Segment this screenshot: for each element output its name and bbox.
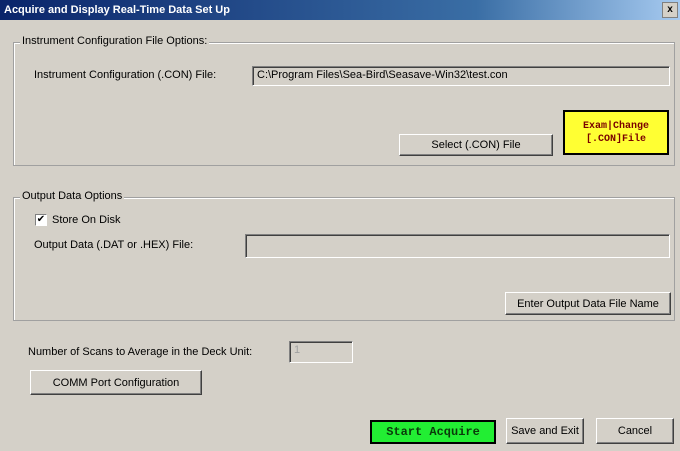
enter-output-file-name-button[interactable]: Enter Output Data File Name (505, 292, 671, 315)
examine-change-con-button[interactable]: Exam|Change [.CON]File (563, 110, 669, 155)
check-mark-icon: ✔ (36, 214, 46, 225)
save-and-exit-button[interactable]: Save and Exit (506, 418, 584, 444)
store-on-disk-label: Store On Disk (52, 214, 121, 226)
output-data-legend: Output Data Options (20, 190, 125, 202)
con-file-label: Instrument Configuration (.CON) File: (34, 69, 217, 81)
store-on-disk-checkbox[interactable]: ✔ (35, 214, 47, 226)
instrument-config-legend: Instrument Configuration File Options: (20, 35, 210, 47)
output-file-field[interactable] (245, 234, 670, 258)
scans-to-average-label: Number of Scans to Average in the Deck U… (28, 346, 253, 358)
comm-port-config-button[interactable]: COMM Port Configuration (30, 370, 202, 395)
examine-change-line1: Exam|Change (582, 120, 649, 132)
output-file-label: Output Data (.DAT or .HEX) File: (34, 239, 194, 251)
start-acquire-button[interactable]: Start Acquire (370, 420, 496, 444)
close-icon[interactable]: x (662, 2, 678, 18)
examine-change-line2: [.CON]File (585, 133, 646, 145)
con-file-field[interactable]: C:\Program Files\Sea-Bird\Seasave-Win32\… (252, 66, 670, 86)
cancel-button[interactable]: Cancel (596, 418, 674, 444)
select-con-file-button[interactable]: Select (.CON) File (399, 134, 553, 156)
scans-to-average-field[interactable]: 1 (289, 341, 353, 363)
window-title: Acquire and Display Real-Time Data Set U… (4, 4, 230, 16)
title-bar: Acquire and Display Real-Time Data Set U… (0, 0, 680, 20)
